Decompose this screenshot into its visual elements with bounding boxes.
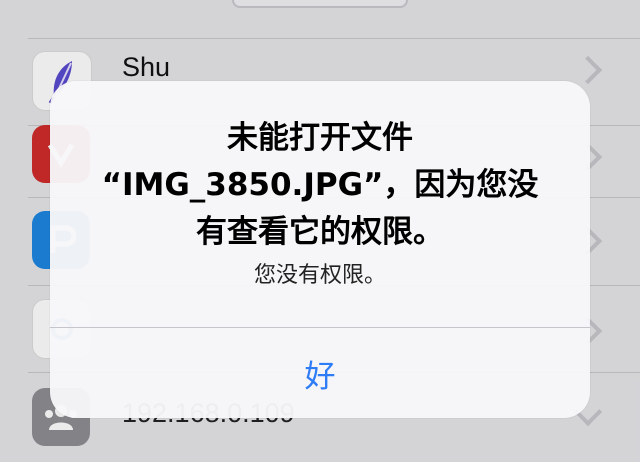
ok-button[interactable]: 好: [50, 328, 590, 418]
alert-title: 未能打开文件 “IMG_3850.JPG”，因为您没 有查看它的权限。: [101, 120, 539, 250]
alert-message: 您没有权限。: [253, 263, 386, 288]
alert-dialog: 未能打开文件 “IMG_3850.JPG”，因为您没 有查看它的权限。 您没有权…: [50, 81, 590, 418]
